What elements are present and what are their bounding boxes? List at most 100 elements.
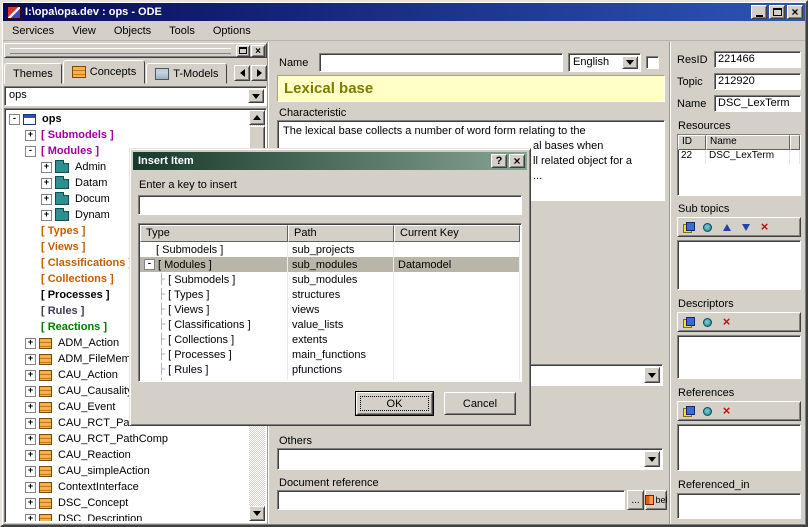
tree-item[interactable]: +ContextInterface bbox=[7, 479, 248, 495]
insert-table-row[interactable]: ├[ Classifications ]value_lists bbox=[140, 317, 520, 332]
expand-box-icon[interactable]: + bbox=[25, 514, 36, 522]
collapse-box-icon[interactable]: - bbox=[25, 146, 36, 157]
document-icon-button[interactable]: bel bbox=[645, 490, 667, 510]
remove-button[interactable] bbox=[717, 402, 736, 420]
menu-services[interactable]: Services bbox=[3, 23, 63, 39]
insert-table-row[interactable]: ├[ Reactions ]reactions bbox=[140, 377, 520, 380]
others-field-arrow[interactable] bbox=[644, 451, 660, 467]
resource-row[interactable]: 22DSC_LexTerm bbox=[678, 150, 800, 164]
expand-box-icon[interactable]: + bbox=[41, 162, 52, 173]
maximize-button[interactable] bbox=[769, 5, 785, 19]
float-panel-button[interactable] bbox=[236, 45, 250, 57]
add-button[interactable] bbox=[679, 313, 698, 331]
minimize-button[interactable] bbox=[751, 5, 767, 19]
tab-concepts[interactable]: Concepts bbox=[63, 60, 145, 84]
references-list[interactable] bbox=[677, 424, 801, 471]
tree-item[interactable]: -ops bbox=[7, 111, 248, 127]
insert-table-row[interactable]: ├[ Submodels ]sub_modules bbox=[140, 272, 520, 287]
expand-box-icon[interactable]: + bbox=[25, 466, 36, 477]
insert-table-row[interactable]: ├[ Processes ]main_functions bbox=[140, 347, 520, 362]
remove-button[interactable] bbox=[755, 218, 774, 236]
expand-box-icon[interactable]: + bbox=[41, 178, 52, 189]
expand-box-icon[interactable]: + bbox=[25, 418, 36, 429]
key-input[interactable] bbox=[138, 195, 522, 215]
expand-box-icon[interactable]: + bbox=[41, 194, 52, 205]
title-bar[interactable]: I:\opa\opa.dev : ops - ODE bbox=[3, 3, 805, 21]
expand-box-icon[interactable]: + bbox=[25, 434, 36, 445]
tree-item[interactable]: +DSC_Concept bbox=[7, 495, 248, 511]
link-button[interactable] bbox=[698, 402, 717, 420]
ok-button[interactable]: OK bbox=[356, 392, 433, 415]
column-type[interactable]: Type bbox=[140, 225, 288, 242]
dialog-close-button[interactable] bbox=[509, 154, 525, 168]
insert-table-row[interactable]: [ Submodels ]sub_projects bbox=[140, 242, 520, 257]
hidden-section-combo-arrow[interactable] bbox=[644, 367, 660, 383]
language-combo[interactable]: English bbox=[568, 53, 641, 72]
tab-t-models[interactable]: T-Models bbox=[146, 63, 227, 84]
sub-topics-list[interactable] bbox=[677, 240, 801, 290]
insert-table-row[interactable]: -[ Modules ]sub_modulesDatamodel bbox=[140, 257, 520, 272]
expand-box-icon[interactable]: + bbox=[25, 482, 36, 493]
menu-tools[interactable]: Tools bbox=[160, 23, 204, 39]
scroll-down-button[interactable] bbox=[249, 506, 265, 521]
collapse-box-icon[interactable]: - bbox=[9, 114, 20, 125]
dock-bar[interactable] bbox=[4, 43, 267, 58]
document-reference-input[interactable] bbox=[277, 490, 625, 510]
add-button[interactable] bbox=[679, 218, 698, 236]
tree-item[interactable]: +CAU_simpleAction bbox=[7, 463, 248, 479]
name-field[interactable]: DSC_LexTerm bbox=[714, 95, 801, 112]
tree-item[interactable]: +CAU_RCT_PathComp bbox=[7, 431, 248, 447]
tree-item[interactable]: +CAU_Reaction bbox=[7, 447, 248, 463]
name-input[interactable] bbox=[319, 53, 563, 72]
dialog-title-bar[interactable]: Insert Item bbox=[133, 152, 527, 170]
expand-box-icon[interactable]: + bbox=[41, 210, 52, 221]
insert-table-row[interactable]: ├[ Types ]structures bbox=[140, 287, 520, 302]
scroll-up-button[interactable] bbox=[249, 110, 265, 125]
expand-box-icon[interactable]: + bbox=[25, 386, 36, 397]
tab-scroll-left-button[interactable] bbox=[234, 65, 250, 81]
link-button[interactable] bbox=[698, 313, 717, 331]
insert-table-row[interactable]: ├[ Collections ]extents bbox=[140, 332, 520, 347]
resources-column-id[interactable]: ID bbox=[678, 135, 706, 150]
resources-table[interactable]: IDName 22DSC_LexTerm bbox=[677, 134, 801, 196]
menu-objects[interactable]: Objects bbox=[105, 23, 160, 39]
resources-column-extra[interactable] bbox=[790, 135, 800, 150]
expand-box-icon[interactable]: + bbox=[25, 338, 36, 349]
scope-combo-arrow[interactable] bbox=[248, 89, 264, 103]
tree-item[interactable]: +DSC_Description bbox=[7, 511, 248, 521]
referenced-in-list[interactable] bbox=[677, 493, 801, 519]
expand-box-icon[interactable]: + bbox=[25, 450, 36, 461]
close-button[interactable] bbox=[787, 5, 803, 19]
expand-box-icon[interactable]: + bbox=[25, 402, 36, 413]
topic-field[interactable]: 212920 bbox=[714, 73, 801, 90]
expand-box-icon[interactable]: + bbox=[25, 130, 36, 141]
insert-table-row[interactable]: ├[ Rules ]pfunctions bbox=[140, 362, 520, 377]
others-field[interactable] bbox=[277, 448, 663, 470]
close-panel-button[interactable] bbox=[251, 45, 265, 57]
collapse-box-icon[interactable]: - bbox=[144, 259, 155, 270]
tab-scroll-right-button[interactable] bbox=[251, 65, 267, 81]
browse-button[interactable]: ... bbox=[627, 490, 644, 510]
link-button[interactable] bbox=[698, 218, 717, 236]
descriptors-list[interactable] bbox=[677, 335, 801, 379]
insert-table-row[interactable]: ├[ Views ]views bbox=[140, 302, 520, 317]
cancel-button[interactable]: Cancel bbox=[444, 392, 516, 415]
tree-item[interactable]: +[ Submodels ] bbox=[7, 127, 248, 143]
resid-field[interactable]: 221466 bbox=[714, 51, 801, 68]
column-current-key[interactable]: Current Key bbox=[394, 225, 520, 242]
menu-view[interactable]: View bbox=[63, 23, 105, 39]
scope-combo[interactable]: ops bbox=[4, 86, 267, 106]
resources-column-name[interactable]: Name bbox=[706, 135, 790, 150]
remove-button[interactable] bbox=[717, 313, 736, 331]
dialog-help-button[interactable] bbox=[491, 154, 507, 168]
expand-box-icon[interactable]: + bbox=[25, 354, 36, 365]
tab-themes[interactable]: Themes bbox=[4, 63, 62, 84]
column-path[interactable]: Path bbox=[288, 225, 394, 242]
add-button[interactable] bbox=[679, 402, 698, 420]
expand-box-icon[interactable]: + bbox=[25, 498, 36, 509]
language-checkbox[interactable] bbox=[646, 56, 659, 69]
language-combo-arrow[interactable] bbox=[622, 56, 638, 69]
down-button[interactable] bbox=[736, 218, 755, 236]
menu-options[interactable]: Options bbox=[204, 23, 260, 39]
up-button[interactable] bbox=[717, 218, 736, 236]
